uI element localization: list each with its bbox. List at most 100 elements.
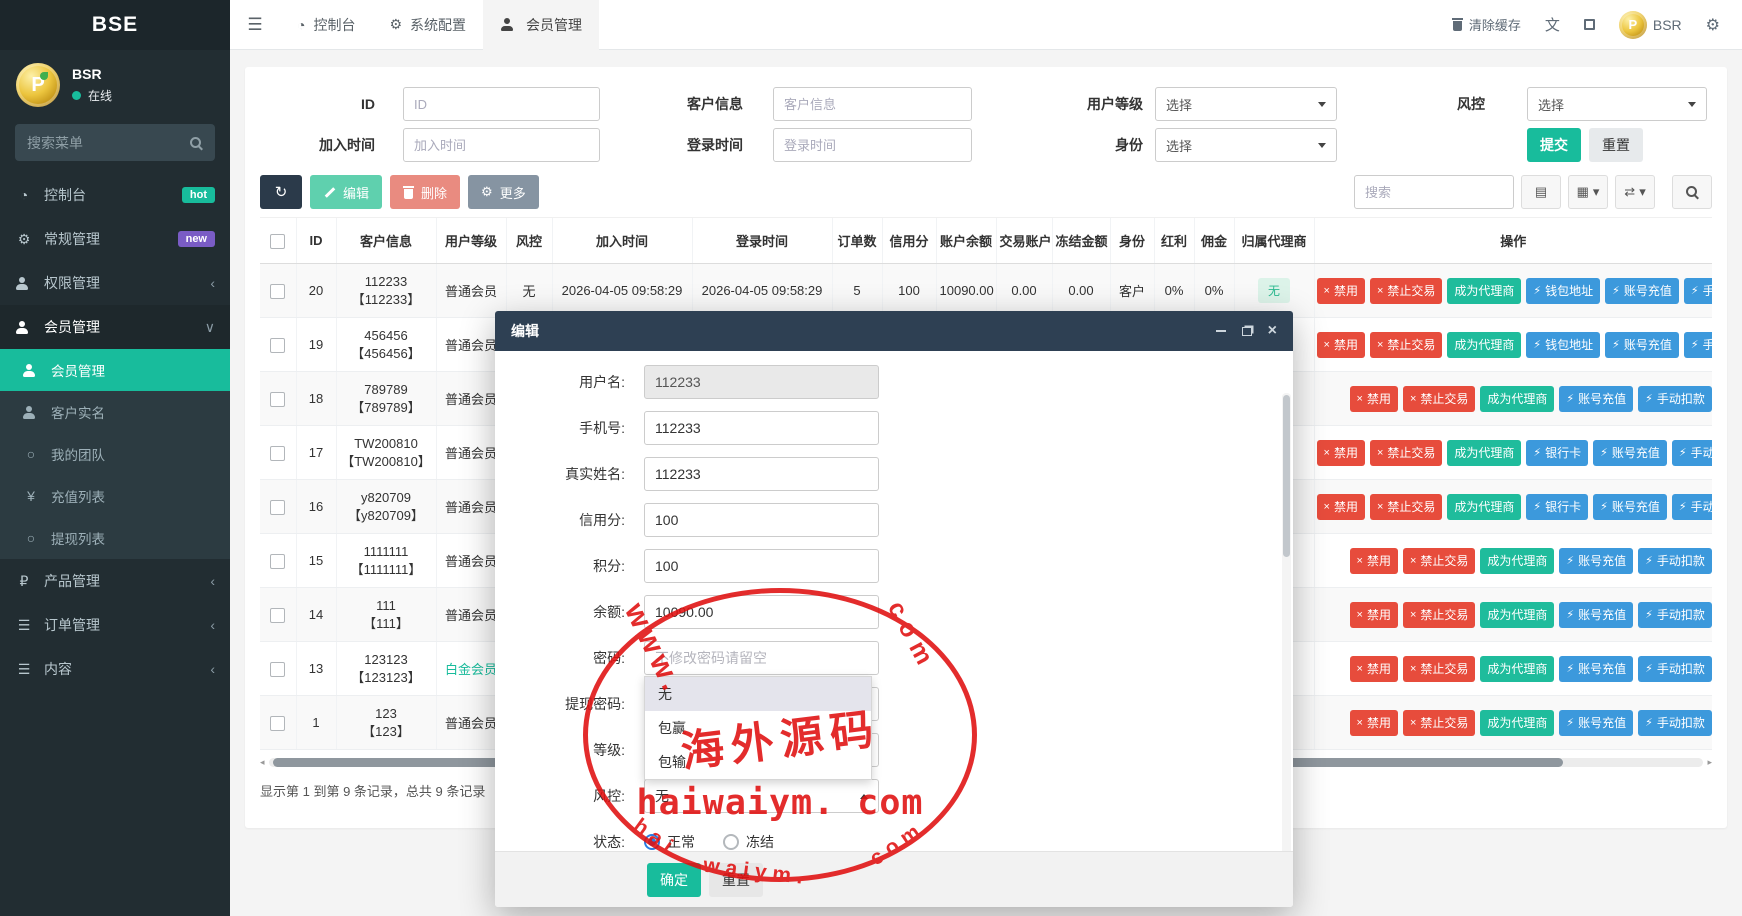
confirm-button[interactable]: 确定 [647,863,701,897]
filter-select-2[interactable]: 选择 [1155,87,1337,121]
modal-header[interactable]: 编辑 × [495,311,1293,351]
bank-card-button[interactable]: ⚡银行卡 [1526,494,1588,520]
row-checkbox[interactable] [270,500,285,515]
manual-deduct-button[interactable]: ⚡手动扣款 [1672,494,1712,520]
forbid-trade-button[interactable]: ×禁止交易 [1370,332,1442,358]
fullscreen-button[interactable] [1584,19,1595,30]
account-recharge-button[interactable]: ⚡账号充值 [1593,494,1667,520]
forbid-trade-button[interactable]: ×禁止交易 [1403,656,1475,682]
become-agent-button[interactable]: 成为代理商 [1480,386,1554,412]
settings-button[interactable]: ⚙ [1706,15,1720,35]
become-agent-button[interactable]: 成为代理商 [1480,710,1554,736]
modal-scrollbar[interactable] [1282,393,1291,851]
row-checkbox[interactable] [270,446,285,461]
forbid-trade-button[interactable]: ×禁止交易 [1370,494,1442,520]
disable-button[interactable]: ×禁用 [1317,332,1365,358]
modal-input-5[interactable] [644,595,879,629]
dropdown-option[interactable]: 无 [645,677,871,711]
row-checkbox[interactable] [270,716,285,731]
sidebar-subitem-realname[interactable]: 客户实名 [0,391,230,433]
columns-button[interactable]: ▦▾ [1568,175,1608,209]
account-recharge-button[interactable]: ⚡账号充值 [1559,602,1633,628]
maximize-button[interactable] [1242,327,1252,336]
close-button[interactable]: × [1268,322,1277,340]
become-agent-button[interactable]: 成为代理商 [1480,602,1554,628]
wallet-address-button[interactable]: ⚡钱包地址 [1526,278,1600,304]
become-agent-button[interactable]: 成为代理商 [1480,548,1554,574]
dropdown-option[interactable]: 包赢 [645,711,871,745]
account-recharge-button[interactable]: ⚡账号充值 [1593,440,1667,466]
become-agent-button[interactable]: 成为代理商 [1447,332,1521,358]
account-recharge-button[interactable]: ⚡账号充值 [1559,710,1633,736]
sidebar-toggle-button[interactable]: ☰ [230,0,280,50]
sidebar-subitem-recharge-list[interactable]: ¥充值列表 [0,475,230,517]
disable-button[interactable]: ×禁用 [1350,386,1398,412]
modal-input-4[interactable] [644,549,879,583]
clear-cache-button[interactable]: 清除缓存 [1452,15,1521,34]
radio-option[interactable]: 正常 [644,832,695,851]
scroll-right-icon[interactable]: ▸ [1707,757,1712,767]
become-agent-button[interactable]: 成为代理商 [1447,494,1521,520]
disable-button[interactable]: ×禁用 [1317,278,1365,304]
select-all-checkbox[interactable] [270,234,285,249]
refresh-button[interactable]: ↻ [260,175,302,209]
manual-deduct-button[interactable]: ⚡手动扣款 [1638,602,1712,628]
forbid-trade-button[interactable]: ×禁止交易 [1403,386,1475,412]
manual-deduct-button[interactable]: ⚡手动扣款 [1638,710,1712,736]
filter-select-3[interactable]: 选择 [1527,87,1707,121]
tab-members[interactable]: 会员管理 [483,0,599,50]
delete-button[interactable]: 删除 [390,175,460,209]
account-recharge-button[interactable]: ⚡账号充值 [1559,386,1633,412]
disable-button[interactable]: ×禁用 [1350,656,1398,682]
modal-input-6[interactable] [644,641,879,675]
sidebar-item-orders[interactable]: ☰订单管理‹ [0,603,230,647]
bank-card-button[interactable]: ⚡银行卡 [1526,440,1588,466]
account-recharge-button[interactable]: ⚡账号充值 [1605,278,1679,304]
modal-input-1[interactable] [644,411,879,445]
filter-input-1[interactable] [773,87,972,121]
disable-button[interactable]: ×禁用 [1350,548,1398,574]
pagination-toggle-button[interactable]: ▤ [1521,175,1561,209]
forbid-trade-button[interactable]: ×禁止交易 [1403,710,1475,736]
tab-system-config[interactable]: ⚙系统配置 [372,0,483,50]
sidebar-item-products[interactable]: ₽产品管理‹ [0,559,230,603]
account-recharge-button[interactable]: ⚡账号充值 [1559,548,1633,574]
forbid-trade-button[interactable]: ×禁止交易 [1370,278,1442,304]
export-button[interactable]: ⇄▾ [1615,175,1655,209]
edit-button[interactable]: 编辑 [310,175,382,209]
disable-button[interactable]: ×禁用 [1350,602,1398,628]
row-checkbox[interactable] [270,338,285,353]
sidebar-item-console[interactable]: ◔控制台hot [0,173,230,217]
row-checkbox[interactable] [270,392,285,407]
manual-deduct-button[interactable]: ⚡手动扣款 [1684,278,1712,304]
fullscreen-table-button[interactable] [1672,175,1712,209]
modal-input-3[interactable] [644,503,879,537]
sidebar-item-members[interactable]: 会员管理∨ [0,305,230,349]
become-agent-button[interactable]: 成为代理商 [1480,656,1554,682]
become-agent-button[interactable]: 成为代理商 [1447,278,1521,304]
filter-select-6[interactable]: 选择 [1155,128,1337,162]
sidebar-item-general[interactable]: ⚙常规管理new [0,217,230,261]
modal-input-2[interactable] [644,457,879,491]
forbid-trade-button[interactable]: ×禁止交易 [1370,440,1442,466]
forbid-trade-button[interactable]: ×禁止交易 [1403,548,1475,574]
manual-deduct-button[interactable]: ⚡手动扣款 [1672,440,1712,466]
disable-button[interactable]: ×禁用 [1350,710,1398,736]
manual-deduct-button[interactable]: ⚡手动扣款 [1638,386,1712,412]
become-agent-button[interactable]: 成为代理商 [1447,440,1521,466]
row-checkbox[interactable] [270,662,285,677]
sidebar-subitem-withdraw-list[interactable]: ○提现列表 [0,517,230,559]
sidebar-item-permissions[interactable]: 权限管理‹ [0,261,230,305]
wallet-address-button[interactable]: ⚡钱包地址 [1526,332,1600,358]
radio-option[interactable]: 冻结 [723,832,774,851]
modal-reset-button[interactable]: 重置 [709,863,763,897]
forbid-trade-button[interactable]: ×禁止交易 [1403,602,1475,628]
scroll-left-icon[interactable]: ◂ [260,757,265,767]
account-recharge-button[interactable]: ⚡账号充值 [1559,656,1633,682]
dropdown-option[interactable]: 包输 [645,745,871,779]
modal-select-9[interactable]: 无 [644,779,879,813]
filter-input-4[interactable] [403,128,600,162]
disable-button[interactable]: ×禁用 [1317,440,1365,466]
row-checkbox[interactable] [270,608,285,623]
row-checkbox[interactable] [270,554,285,569]
